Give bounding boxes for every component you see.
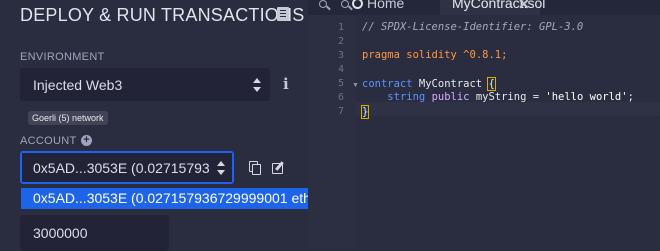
modifier-public: public: [431, 91, 470, 103]
account-label: ACCOUNT: [20, 135, 77, 147]
account-value: 0x5AD...3053E (0.02715793: [33, 160, 210, 176]
version: ^0.8.1;: [463, 49, 508, 61]
line-number: 3: [337, 50, 344, 61]
tab-home-label: Home: [367, 0, 405, 11]
environment-select[interactable]: Injected Web3: [20, 68, 270, 101]
line-number: 5: [337, 78, 344, 89]
semicolon: ;: [627, 91, 634, 103]
code-line-1: // SPDX-License-Identifier: GPL-3.0: [362, 21, 584, 33]
keyword-solidity: solidity: [406, 49, 457, 61]
code-line-5: contract MyContract {: [362, 77, 496, 91]
code-line-6: string public myString = 'hello world';: [362, 91, 634, 103]
network-badge: Goerli (5) network: [28, 111, 108, 125]
close-tab-icon[interactable]: ✕: [518, 0, 530, 13]
edit-icon[interactable]: [272, 161, 286, 174]
environment-label: ENVIRONMENT: [20, 51, 105, 63]
account-select[interactable]: 0x5AD...3053E (0.02715793: [20, 151, 234, 184]
line-number: 2: [337, 36, 344, 47]
documentation-icon[interactable]: [277, 7, 289, 21]
info-icon[interactable]: i: [283, 75, 293, 93]
keyword-pragma: pragma: [362, 49, 400, 61]
line-number: 7: [337, 106, 344, 117]
zoom-out-icon[interactable]: [319, 0, 331, 12]
environment-value: Injected Web3: [33, 77, 123, 93]
deploy-run-panel: DEPLOY & RUN TRANSACTIONS ENVIRONMENT In…: [0, 0, 341, 251]
tab-home[interactable]: Home: [352, 0, 404, 15]
type-string: string: [387, 91, 426, 103]
code-line-7: }: [361, 105, 370, 119]
account-option[interactable]: 0x5AD...3053E (0.027157936729999001 ethe…: [21, 188, 341, 209]
string-literal: 'hello world': [545, 91, 628, 103]
remix-logo-icon: [352, 0, 363, 9]
select-arrows-icon: [217, 160, 225, 176]
line-number: 4: [337, 64, 344, 75]
select-arrows-icon: [253, 77, 261, 93]
panel-title: DEPLOY & RUN TRANSACTIONS: [20, 5, 305, 25]
line-number: 1: [337, 22, 344, 33]
tab-mycontract-label: MyContract.sol: [452, 0, 546, 11]
contract-name: MyContract: [418, 78, 483, 90]
code-line-3: pragma solidity ^0.8.1;: [362, 49, 507, 61]
close-brace: }: [361, 105, 370, 119]
open-brace: {: [487, 77, 496, 91]
fold-arrow-icon[interactable]: ▼: [352, 82, 359, 89]
variable-decl: myString =: [475, 91, 540, 103]
add-account-icon[interactable]: +: [81, 135, 92, 146]
copy-icon[interactable]: [249, 161, 261, 175]
line-number: 6: [337, 92, 344, 103]
gas-limit-input[interactable]: [20, 215, 169, 251]
active-line-highlight: [356, 102, 660, 116]
keyword-contract: contract: [362, 78, 413, 90]
